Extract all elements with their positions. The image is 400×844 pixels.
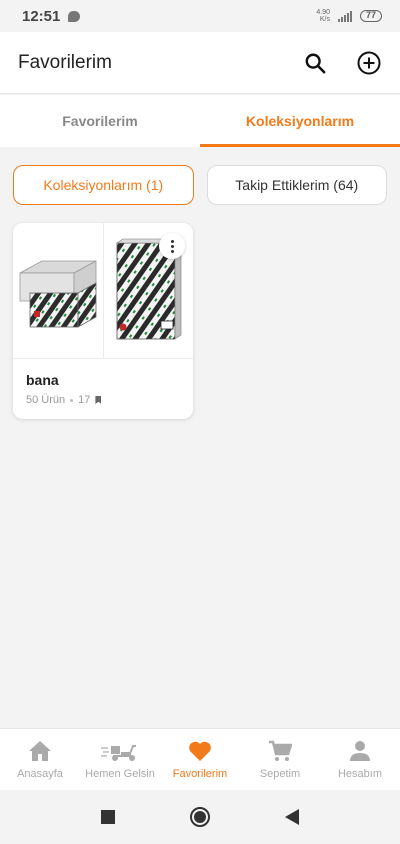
- add-circle-icon[interactable]: [356, 50, 382, 76]
- nav-item-anasayfa[interactable]: Anasayfa: [0, 729, 80, 790]
- page-title: Favorilerim: [18, 51, 112, 73]
- status-right: 4.90 K/s 77: [316, 9, 382, 23]
- signal-icon: [337, 10, 352, 22]
- scooter-icon: [101, 740, 139, 762]
- collection-segments: Koleksiyonlarım (1) Takip Ettiklerim (64…: [13, 165, 387, 205]
- tab-favorilerim[interactable]: Favorilerim: [0, 95, 200, 147]
- collection-name: bana: [26, 372, 59, 388]
- follower-count: 17: [78, 394, 91, 406]
- network-speed: 4.90 K/s: [316, 9, 330, 23]
- nav-label: Anasayfa: [17, 767, 63, 780]
- heart-icon: [188, 740, 212, 762]
- tab-bar: Favorilerim Koleksiyonlarım: [0, 95, 400, 147]
- network-speed-unit: K/s: [319, 16, 330, 23]
- nav-label: Hemen Gelsin: [85, 767, 155, 780]
- nav-label: Favorilerim: [172, 767, 228, 780]
- nav-item-hemen-gelsin[interactable]: Hemen Gelsin: [80, 729, 160, 790]
- collection-info: bana 50 Ürün 17: [13, 359, 193, 419]
- bookmark-icon: [95, 396, 102, 404]
- back-icon[interactable]: [281, 806, 303, 828]
- system-navigation: [0, 790, 400, 844]
- nav-label: Hesabım: [337, 767, 383, 780]
- user-icon: [348, 740, 372, 762]
- collection-card[interactable]: bana 50 Ürün 17: [13, 223, 193, 419]
- my-collections-button[interactable]: Koleksiyonlarım (1): [13, 165, 194, 205]
- status-left: 12:51: [22, 7, 81, 25]
- more-options-icon[interactable]: [159, 233, 185, 259]
- home-icon: [28, 740, 52, 762]
- collection-images: [13, 223, 193, 359]
- nav-label: Sepetim: [259, 767, 301, 780]
- chat-notification-icon: [68, 10, 81, 22]
- battery-icon: 77: [359, 10, 382, 22]
- status-bar: 12:51 4.90 K/s 77: [0, 0, 400, 32]
- separator-dot: [70, 398, 74, 402]
- search-icon[interactable]: [302, 50, 328, 76]
- nav-item-sepetim[interactable]: Sepetim: [240, 729, 320, 790]
- followed-collections-button[interactable]: Takip Ettiklerim (64): [206, 165, 387, 205]
- tab-koleksiyonlarim[interactable]: Koleksiyonlarım: [200, 95, 400, 147]
- nav-item-hesabim[interactable]: Hesabım: [320, 729, 400, 790]
- recents-icon[interactable]: [97, 806, 119, 828]
- paper-ream-image: [102, 223, 194, 358]
- network-speed-value: 4.90: [316, 9, 330, 16]
- app-header: Favorilerim: [0, 32, 400, 94]
- paper-box-image: [13, 223, 103, 358]
- header-actions: [302, 50, 382, 76]
- cart-icon: [268, 740, 292, 762]
- nav-item-favorilerim[interactable]: Favorilerim: [160, 729, 240, 790]
- product-count: 50 Ürün: [26, 394, 66, 406]
- status-time: 12:51: [22, 7, 61, 25]
- bottom-navigation: Anasayfa Hemen Gelsin Favorilerim Sepeti…: [0, 728, 400, 790]
- home-circle-icon[interactable]: [189, 806, 211, 828]
- collection-meta: 50 Ürün 17: [26, 394, 180, 406]
